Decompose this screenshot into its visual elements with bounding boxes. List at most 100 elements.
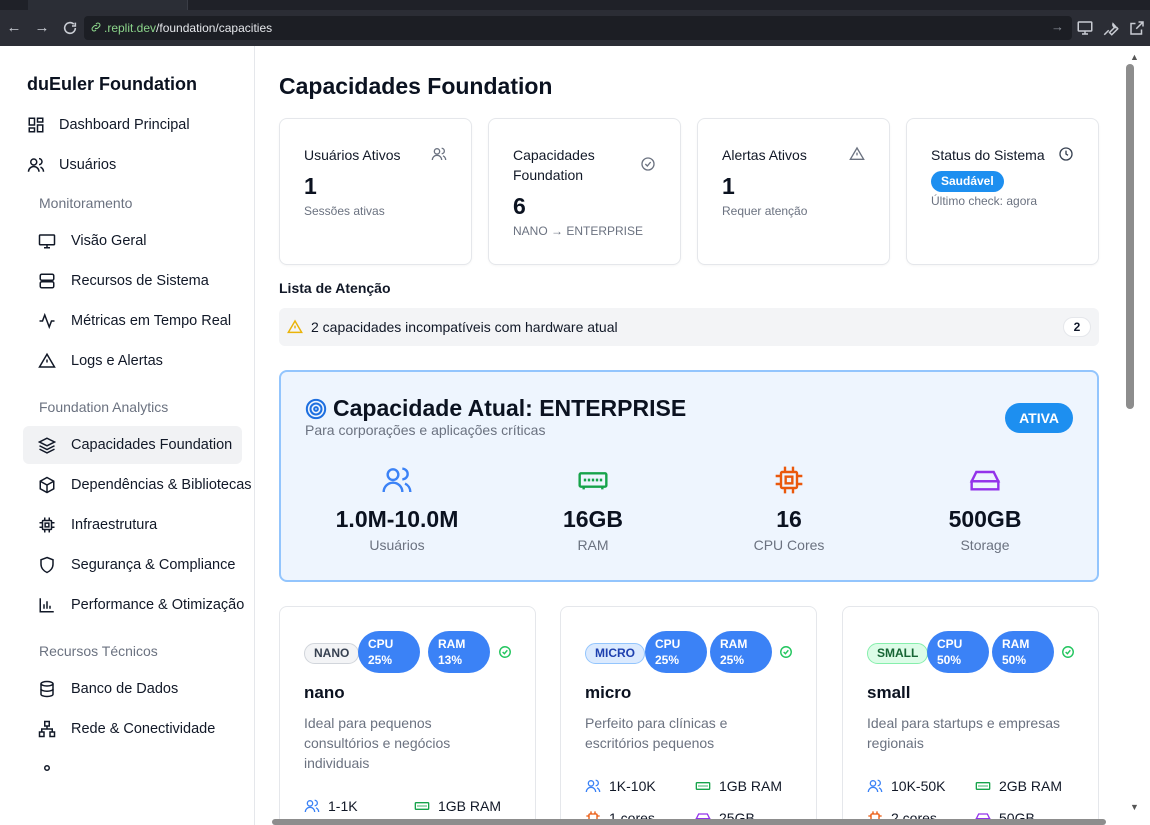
stat-value: 1 bbox=[722, 173, 735, 199]
sidebar-item-label: Visão Geral bbox=[71, 233, 147, 249]
users-icon bbox=[867, 779, 883, 793]
spec-ram: 2GB RAM bbox=[975, 778, 1062, 794]
capacity-name: micro bbox=[585, 683, 632, 702]
memory-icon bbox=[695, 782, 711, 790]
settings-icon bbox=[44, 765, 50, 771]
stat-card-alertas: Alertas Ativos 1 Requer atenção bbox=[697, 118, 890, 265]
attention-message: 2 capacidades incompatíveis com hardware… bbox=[311, 319, 618, 335]
scroll-up-icon[interactable]: ▲ bbox=[1130, 52, 1139, 62]
spec-users: 1-1K bbox=[304, 798, 358, 814]
spec-ram: 1GB RAM bbox=[695, 778, 782, 794]
ram-usage-pill: RAM 13% bbox=[428, 631, 490, 673]
scrollbar-thumb[interactable] bbox=[272, 819, 1106, 825]
sidebar-item-dependencias[interactable]: Dependências & Bibliotecas bbox=[23, 466, 252, 504]
address-bar[interactable]: .replit.dev/foundation/capacities → bbox=[84, 16, 1072, 40]
open-external-icon[interactable] bbox=[1128, 19, 1146, 37]
attention-title: Lista de Atenção bbox=[279, 280, 391, 296]
scroll-down-icon[interactable]: ▼ bbox=[1130, 802, 1139, 812]
sidebar-item-visao-geral[interactable]: Visão Geral bbox=[23, 222, 242, 260]
spec-users: 10K-50K bbox=[867, 778, 945, 794]
current-capacity-subtitle: Para corporações e aplicações críticas bbox=[305, 422, 546, 438]
status-badge: Saudável bbox=[931, 171, 1004, 192]
reload-icon[interactable] bbox=[60, 18, 80, 38]
sidebar-item-capacidades[interactable]: Capacidades Foundation bbox=[23, 426, 242, 464]
check-circle-icon bbox=[499, 646, 511, 658]
capacity-card-nano[interactable]: NANO CPU 25% RAM 13% nano Ideal para peque… bbox=[279, 606, 536, 825]
browser-toolbar: ← → .replit.dev/foundation/capacities → bbox=[0, 10, 1150, 46]
metric-storage: 500GB Storage bbox=[887, 464, 1083, 553]
capacity-card-micro[interactable]: MICRO CPU 25% RAM 25% micro Perfeito para … bbox=[560, 606, 817, 825]
server-icon bbox=[39, 273, 55, 289]
bar-chart-icon bbox=[39, 598, 54, 613]
memory-icon bbox=[578, 472, 608, 490]
stat-card-status: Status do Sistema Saudável Último check:… bbox=[906, 118, 1099, 265]
sidebar-item-infraestrutura[interactable]: Infraestrutura bbox=[23, 506, 242, 544]
cpu-icon bbox=[39, 517, 55, 533]
capacity-description: Ideal para pequenos consultórios e negóc… bbox=[304, 715, 451, 771]
monitor-icon bbox=[38, 234, 56, 249]
check-circle-icon bbox=[1062, 646, 1074, 658]
brand-title: duEuler Foundation bbox=[27, 74, 197, 94]
network-icon bbox=[38, 720, 56, 738]
section-monitoramento: Monitoramento bbox=[39, 195, 133, 211]
capacity-card-small[interactable]: SMALL CPU 50% RAM 50% small Ideal para sta… bbox=[842, 606, 1099, 825]
attention-count-badge: 2 bbox=[1063, 317, 1091, 337]
url-text: .replit.dev/foundation/capacities bbox=[104, 21, 273, 35]
stat-subtitle: NANO → ENTERPRISE bbox=[513, 224, 644, 238]
sidebar-item-rede[interactable]: Rede & Conectividade bbox=[23, 710, 242, 748]
section-recursos-tecnicos: Recursos Técnicos bbox=[39, 643, 158, 659]
capacity-tag: MICRO bbox=[585, 643, 645, 664]
metric-label: Usuários bbox=[369, 537, 425, 553]
capacity-description: Perfeito para clínicas e escritórios peq… bbox=[585, 715, 728, 751]
cpu-usage-pill: CPU 25% bbox=[358, 631, 420, 673]
sidebar-item-seguranca[interactable]: Segurança & Compliance bbox=[23, 546, 242, 584]
attention-item[interactable]: 2 capacidades incompatíveis com hardware… bbox=[279, 308, 1099, 346]
memory-icon bbox=[975, 782, 991, 790]
users-icon bbox=[304, 799, 320, 813]
sidebar-item-performance[interactable]: Performance & Otimização bbox=[23, 586, 244, 624]
current-capacity-title: Capacidade Atual: ENTERPRISE bbox=[333, 395, 687, 421]
vertical-scrollbar[interactable]: ▲ ▼ bbox=[1122, 46, 1150, 825]
sidebar-item-banco-dados[interactable]: Banco de Dados bbox=[23, 670, 242, 708]
metric-label: Storage bbox=[960, 537, 1010, 553]
hard-drive-icon bbox=[969, 470, 1001, 491]
current-capacity-card: Capacidade Atual: ENTERPRISE Para corpor… bbox=[279, 370, 1099, 582]
sidebar-item-logs[interactable]: Logs e Alertas bbox=[23, 342, 242, 380]
sidebar-item-metricas[interactable]: Métricas em Tempo Real bbox=[23, 302, 242, 340]
sidebar-item-users[interactable]: Usuários bbox=[23, 146, 242, 184]
layers-icon bbox=[38, 437, 56, 454]
metric-users: 1.0M-10.0M Usuários bbox=[299, 464, 495, 553]
devices-icon[interactable] bbox=[1076, 19, 1094, 37]
users-icon bbox=[431, 147, 447, 161]
sidebar-item-label: Dashboard Principal bbox=[59, 117, 190, 133]
sidebar: duEuler Foundation Dashboard Principal U… bbox=[0, 46, 255, 825]
ram-usage-pill: RAM 50% bbox=[992, 631, 1054, 673]
ram-usage-pill: RAM 25% bbox=[710, 631, 772, 673]
memory-icon bbox=[414, 802, 430, 810]
go-arrow-icon[interactable]: → bbox=[1051, 19, 1064, 34]
alert-triangle-icon bbox=[38, 352, 56, 368]
target-icon bbox=[305, 398, 327, 420]
activity-icon bbox=[39, 312, 55, 330]
sidebar-item-label: Segurança & Compliance bbox=[71, 557, 236, 573]
sidebar-item-label: Rede & Conectividade bbox=[71, 721, 216, 737]
users-icon bbox=[27, 157, 45, 172]
horizontal-scrollbar[interactable] bbox=[256, 818, 1122, 825]
capacity-description: Ideal para startups e empresas regionais bbox=[867, 715, 1060, 751]
stat-value: 1 bbox=[304, 173, 317, 199]
check-circle-icon bbox=[780, 646, 792, 658]
scrollbar-thumb[interactable] bbox=[1126, 64, 1134, 409]
forward-icon[interactable]: → bbox=[32, 18, 52, 38]
sidebar-item-dashboard[interactable]: Dashboard Principal bbox=[23, 106, 242, 144]
stat-value: 6 bbox=[513, 193, 526, 219]
shield-icon bbox=[40, 556, 54, 574]
sidebar-item-label: Recursos de Sistema bbox=[71, 273, 209, 289]
wrench-icon[interactable] bbox=[1102, 19, 1120, 37]
browser-tab[interactable] bbox=[28, 0, 188, 10]
metric-value: 16 bbox=[776, 506, 802, 532]
back-icon[interactable]: ← bbox=[4, 18, 24, 38]
sidebar-item-partial[interactable] bbox=[23, 752, 242, 772]
sidebar-item-recursos-sistema[interactable]: Recursos de Sistema bbox=[23, 262, 242, 300]
warning-icon bbox=[287, 319, 303, 334]
main-content: Capacidades Foundation Usuários Ativos 1… bbox=[256, 46, 1122, 825]
